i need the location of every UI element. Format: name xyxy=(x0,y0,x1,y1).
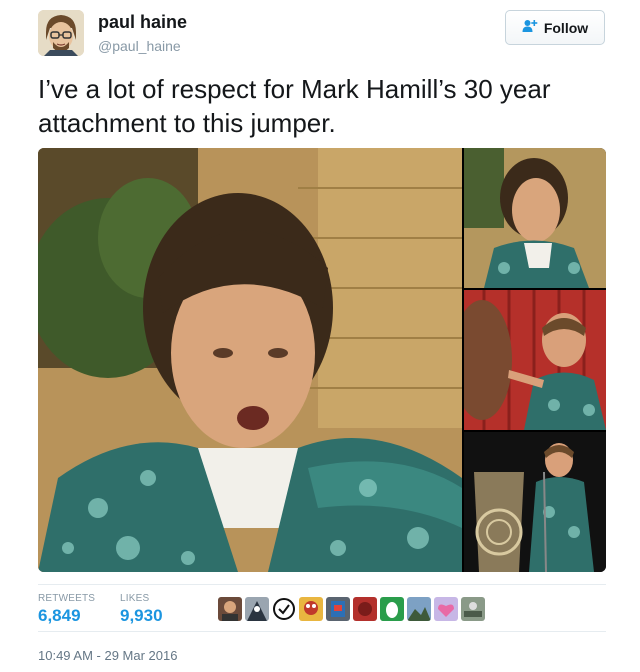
photo-thumb-2[interactable] xyxy=(464,290,606,430)
liker-avatar[interactable] xyxy=(434,597,458,621)
user-handle[interactable]: @paul_haine xyxy=(98,38,181,54)
liker-avatar[interactable] xyxy=(380,597,404,621)
retweets-label: RETWEETS xyxy=(38,593,96,604)
photo-thumb-1[interactable] xyxy=(464,148,606,288)
liker-avatar[interactable] xyxy=(218,597,242,621)
tweet-timestamp[interactable]: 10:49 AM - 29 Mar 2016 xyxy=(38,648,177,663)
tweet-stats: RETWEETS 6,849 LIKES 9,930 xyxy=(38,584,606,632)
likes-label: LIKES xyxy=(120,593,150,604)
add-user-icon xyxy=(522,19,538,36)
retweets-count: 6,849 xyxy=(38,606,81,625)
liker-avatars xyxy=(218,597,485,621)
avatar[interactable] xyxy=(38,10,84,56)
liker-avatar[interactable] xyxy=(407,597,431,621)
tweet-text: I’ve a lot of respect for Mark Hamill’s … xyxy=(38,74,551,138)
liker-avatar[interactable] xyxy=(299,597,323,621)
media-grid xyxy=(38,148,606,572)
liker-avatar[interactable] xyxy=(272,597,296,621)
liker-avatar[interactable] xyxy=(245,597,269,621)
liker-avatar[interactable] xyxy=(326,597,350,621)
photo-thumb-3[interactable] xyxy=(464,432,606,572)
tweet-card: paul haine @paul_haine Follow I’ve a lot… xyxy=(0,0,640,672)
likes-stat[interactable]: LIKES 9,930 xyxy=(120,593,163,626)
likes-count: 9,930 xyxy=(120,606,163,625)
photo-main[interactable] xyxy=(38,148,462,572)
liker-avatar[interactable] xyxy=(353,597,377,621)
liker-avatar[interactable] xyxy=(461,597,485,621)
follow-button[interactable]: Follow xyxy=(505,10,605,45)
retweets-stat[interactable]: RETWEETS 6,849 xyxy=(38,593,95,626)
follow-label: Follow xyxy=(543,19,589,36)
user-name[interactable]: paul haine xyxy=(98,12,187,33)
